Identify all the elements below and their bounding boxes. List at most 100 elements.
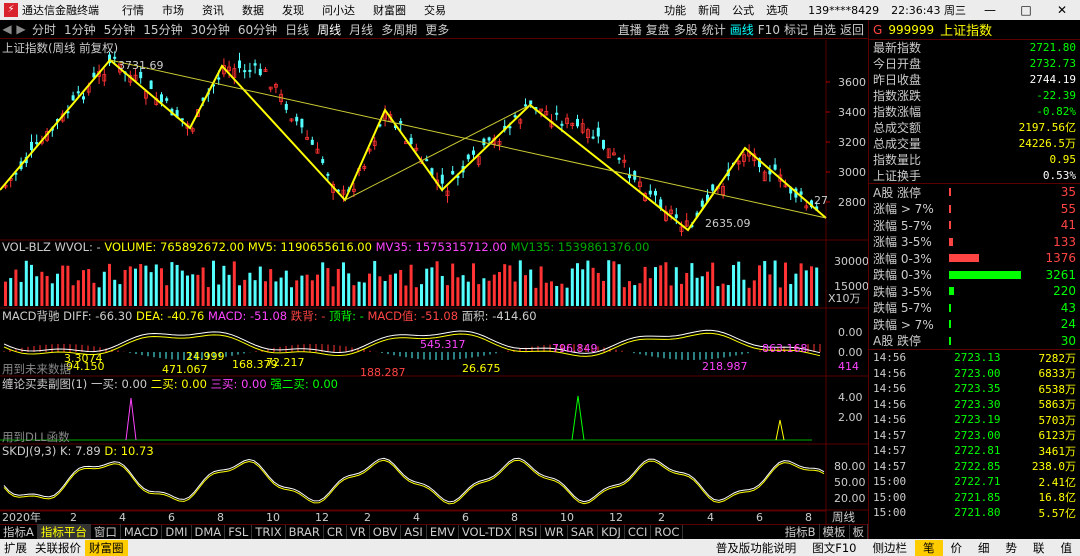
user-account[interactable]: 139****8429 — [808, 4, 879, 17]
options-menu[interactable]: 选项 — [766, 2, 788, 18]
tool-draw[interactable]: 画线 — [730, 21, 754, 38]
maximize-icon[interactable]: □ — [1014, 3, 1038, 17]
quote-stat-label: 总成交额 — [873, 120, 922, 135]
quote-name: 上证指数 — [940, 24, 993, 39]
indicator-tab[interactable]: VOL-TDX — [459, 525, 516, 539]
macd-value-label: 796.849 — [552, 342, 598, 355]
status-right-5[interactable]: 细 — [970, 540, 998, 556]
status-right-6[interactable]: 势 — [998, 540, 1026, 556]
close-icon[interactable]: ✕ — [1050, 3, 1074, 17]
indicator-tab[interactable]: MACD — [121, 525, 163, 539]
indicator-tab[interactable]: 模板 — [820, 524, 850, 540]
tool-f10[interactable]: F10 — [758, 23, 780, 37]
period-monthly[interactable]: 月线 — [348, 21, 374, 38]
volume-bar — [794, 273, 798, 306]
menu-item[interactable]: 交易 — [424, 2, 446, 18]
vol-header: VOL-BLZ WVOL: - VOLUME: 765892672.00 MV5… — [2, 240, 649, 254]
vol-wvol: WVOL: - — [54, 240, 101, 254]
fortune-circle-button[interactable]: 财富圈 — [85, 539, 128, 556]
status-right-8[interactable]: 值 — [1053, 540, 1080, 556]
indicator-tab[interactable]: ROC — [651, 525, 684, 539]
expand-button[interactable]: 扩展 — [0, 540, 31, 556]
indicator-tab[interactable]: KDJ — [598, 525, 625, 539]
status-right-0[interactable]: 普及版功能说明 — [708, 540, 805, 556]
indicator-tab[interactable]: WR — [541, 525, 568, 539]
indicator-tab[interactable]: ASI — [401, 525, 427, 539]
quote-stat-value: 2744.19 — [1029, 73, 1076, 87]
tool-back[interactable]: 返回 — [840, 21, 864, 38]
candle-body — [487, 137, 491, 141]
indicator-tab[interactable]: 板 — [850, 524, 868, 540]
indicator-tab[interactable]: EMV — [427, 525, 459, 539]
indicator-tab[interactable]: CR — [324, 525, 347, 539]
minimize-icon[interactable]: — — [978, 3, 1002, 17]
period-1min[interactable]: 1分钟 — [63, 21, 97, 38]
menu-item[interactable]: 财富圈 — [373, 2, 406, 18]
volume-bar — [232, 261, 236, 306]
volume-bar — [602, 280, 605, 306]
menu-item[interactable]: 数据 — [242, 2, 264, 18]
tool-multistock[interactable]: 多股 — [674, 21, 698, 38]
status-right-7[interactable]: 联 — [1025, 540, 1053, 556]
status-right-1[interactable]: 图文F10 — [804, 540, 864, 556]
indicator-tab[interactable]: DMI — [162, 525, 192, 539]
func-menu[interactable]: 功能 — [664, 2, 686, 18]
volume-bar — [321, 262, 325, 306]
quote-stat-row: 指数涨幅 -0.82% — [869, 104, 1080, 120]
tool-review[interactable]: 复盘 — [646, 21, 670, 38]
news-menu[interactable]: 新闻 — [698, 2, 720, 18]
candle-body — [440, 174, 444, 184]
menu-item[interactable]: 问小达 — [322, 2, 355, 18]
menu-item[interactable]: 行情 — [122, 2, 144, 18]
indicator-tab[interactable]: FSL — [225, 525, 253, 539]
indicator-tab[interactable]: RSI — [516, 525, 542, 539]
menu-item[interactable]: 发现 — [282, 2, 304, 18]
status-right-3[interactable]: 笔 — [915, 539, 943, 556]
period-multi[interactable]: 多周期 — [380, 21, 418, 38]
period-weekly[interactable]: 周线 — [316, 21, 342, 38]
volume-bar — [14, 269, 18, 306]
indicator-tab[interactable]: 指标A — [0, 524, 38, 540]
nav-right-icon[interactable]: ▶ — [14, 22, 28, 36]
tool-stats[interactable]: 统计 — [702, 21, 726, 38]
period-5min[interactable]: 5分钟 — [103, 21, 137, 38]
tool-mark[interactable]: 标记 — [784, 21, 808, 38]
volume-bar — [238, 285, 241, 306]
period-30min[interactable]: 30分钟 — [190, 21, 231, 38]
volume-bar — [4, 281, 7, 306]
period-15min[interactable]: 15分钟 — [142, 21, 183, 38]
trade-time: 14:56 — [873, 397, 907, 411]
indicator-tab[interactable]: BRAR — [286, 525, 324, 539]
period-more[interactable]: 更多 — [424, 21, 450, 38]
period-intraday[interactable]: 分时 — [31, 21, 57, 38]
period-60min[interactable]: 60分钟 — [237, 21, 278, 38]
menu-item[interactable]: 资讯 — [202, 2, 224, 18]
indicator-tab[interactable]: OBV — [370, 525, 402, 539]
price-tick: 3600 — [838, 76, 866, 89]
formula-menu[interactable]: 公式 — [732, 2, 754, 18]
indicator-tab[interactable]: CCI — [625, 525, 652, 539]
macd-name: MACD背驰 — [2, 309, 60, 323]
chan-b3: 三买: 0.00 — [210, 377, 267, 391]
chart-area[interactable]: 3600 3400 3200 3000 2800 30000 15000 X10万 0.00 0.… — [0, 40, 869, 524]
period-daily[interactable]: 日线 — [284, 21, 310, 38]
macd-diff-line — [3, 329, 821, 354]
trade-price: 2723.19 — [954, 413, 1001, 427]
volume-bar — [253, 280, 257, 306]
indicator-tab[interactable]: TRIX — [252, 525, 286, 539]
indicator-tab[interactable]: 指标B — [782, 524, 820, 540]
status-right-2[interactable]: 侧边栏 — [865, 540, 916, 556]
tool-live[interactable]: 直播 — [618, 21, 642, 38]
volume-bar — [633, 285, 637, 306]
indicator-tab[interactable]: VR — [347, 525, 370, 539]
indicator-tab[interactable]: 指标平台 — [37, 524, 91, 540]
menu-item[interactable]: 市场 — [162, 2, 184, 18]
nav-left-icon[interactable]: ◀ — [0, 22, 14, 36]
volume-bar — [492, 274, 496, 306]
related-quote-button[interactable]: 关联报价 — [31, 540, 85, 556]
status-right-4[interactable]: 价 — [943, 540, 971, 556]
indicator-tab[interactable]: 窗口 — [91, 524, 121, 540]
indicator-tab[interactable]: SAR — [568, 525, 599, 539]
indicator-tab[interactable]: DMA — [192, 525, 226, 539]
tool-watchlist[interactable]: 自选 — [812, 21, 836, 38]
